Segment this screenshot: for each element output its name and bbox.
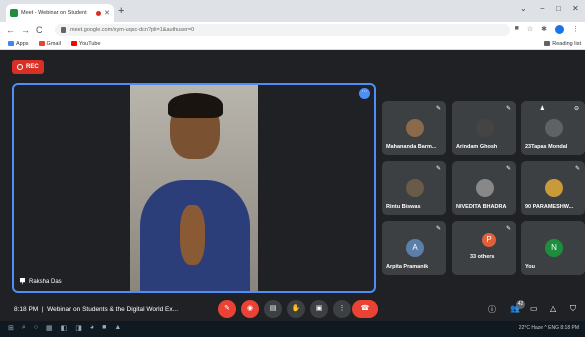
participant-avatar: A — [406, 239, 424, 257]
mic-muted-icon: ✎ — [505, 166, 511, 172]
participant-tile[interactable]: ✎ Mahananda Barm... — [382, 101, 446, 155]
participant-tile[interactable]: ⊖ ♟ 23Tapas Mondal — [521, 101, 585, 155]
mic-muted-icon: ✎ — [505, 106, 511, 112]
taskbar-apps: ⊞ ⌕ ○ ▦ ◧ ◨ ◕ ■ ▲ — [8, 324, 121, 332]
mic-muted-icon: ✎ — [505, 226, 511, 232]
browser-tab-strip: Meet - Webinar on Student ✕ + ⌄ − □ ✕ — [0, 0, 585, 22]
chevron-down-icon[interactable]: ⌄ — [520, 4, 527, 13]
profile-avatar[interactable] — [555, 25, 564, 34]
youtube-icon — [70, 41, 77, 46]
url-text: meet.google.com/xym-uqsc-dcn?pli=1&authu… — [70, 27, 195, 33]
others-tile[interactable]: ✎ P 33 others — [452, 221, 516, 275]
bookmark-youtube[interactable]: YouTube — [70, 41, 101, 47]
pin-icon[interactable] — [20, 278, 25, 285]
mic-muted-icon: ✎ — [435, 226, 441, 232]
app-icon[interactable]: ▲ — [114, 324, 121, 332]
meet-favicon-icon — [10, 9, 18, 17]
participant-tile[interactable]: ✎ Rintu Biswas — [382, 161, 446, 215]
close-tab-icon[interactable]: ✕ — [104, 9, 110, 17]
recording-badge: REC — [12, 60, 44, 74]
mic-toggle-button[interactable]: ✎ — [218, 300, 236, 318]
participant-avatar — [406, 119, 424, 137]
reading-list-icon — [544, 41, 551, 46]
participant-avatar — [476, 119, 494, 137]
participant-tile[interactable]: ✎ A Arpita Pramanik — [382, 221, 446, 275]
task-view-icon[interactable]: ○ — [34, 324, 38, 332]
close-window-button[interactable]: ✕ — [572, 4, 579, 13]
meeting-info: 8:18 PM | Webinar on Students & the Digi… — [14, 305, 179, 313]
leave-call-button[interactable]: ☎ — [352, 300, 378, 318]
mic-muted-icon: ✎ — [435, 166, 441, 172]
participant-tile[interactable]: ✎ 90 PARAMESHW... — [521, 161, 585, 215]
tile-options-icon[interactable]: ⋯ — [359, 88, 370, 99]
mic-muted-icon: ✎ — [574, 166, 580, 172]
participant-avatar — [476, 179, 494, 197]
back-icon[interactable]: ← — [6, 25, 15, 35]
raise-hand-button[interactable]: ✋ — [287, 300, 305, 318]
toolbar-icons: ■ ☆ ✱ ⋮ — [515, 25, 579, 34]
meet-stage: REC ⋯ Raksha Das ✎ Mahananda Barm... ✎ A… — [0, 51, 585, 321]
captions-button[interactable]: ▤ — [264, 300, 282, 318]
participant-tile[interactable]: ✎ Arindam Ghosh — [452, 101, 516, 155]
browser-tab[interactable]: Meet - Webinar on Student ✕ — [6, 4, 114, 22]
self-avatar: N — [545, 239, 563, 257]
meet-control-bar: 8:18 PM | Webinar on Students & the Digi… — [0, 296, 585, 322]
search-icon[interactable]: ⌕ — [22, 324, 26, 332]
meeting-details-icon[interactable]: ⓘ — [488, 304, 496, 315]
app-icon[interactable]: ■ — [102, 324, 106, 332]
reload-icon[interactable]: C — [36, 25, 43, 35]
maximize-button[interactable]: □ — [556, 4, 561, 13]
extensions-icon[interactable]: ✱ — [541, 25, 547, 34]
participant-tile[interactable]: ✎ NIVEDITA BHADRA — [452, 161, 516, 215]
tab-title: Meet - Webinar on Student — [21, 10, 87, 16]
participant-avatar — [545, 179, 563, 197]
chrome-icon[interactable]: ◕ — [90, 324, 94, 332]
activities-icon[interactable]: △ — [550, 304, 556, 313]
participant-avatar — [406, 179, 424, 197]
bookmarks-bar: Apps Gmail YouTube Reading list — [0, 38, 585, 50]
apps-grid-icon — [8, 41, 14, 46]
chat-icon[interactable]: ▭ — [530, 304, 538, 313]
lock-icon — [61, 27, 66, 33]
record-icon — [17, 64, 23, 70]
browser-toolbar: ← → C meet.google.com/xym-uqsc-dcn?pli=1… — [0, 22, 585, 38]
more-options-button[interactable]: ⋮ — [333, 300, 351, 318]
participant-count-badge: 42 — [515, 300, 525, 309]
app-icon[interactable]: ◨ — [75, 324, 82, 332]
file-explorer-icon[interactable]: ▦ — [46, 324, 53, 332]
main-participant-tile[interactable]: ⋯ Raksha Das — [12, 83, 376, 293]
menu-dots-icon[interactable]: ⋮ — [572, 25, 579, 34]
bookmark-gmail[interactable]: Gmail — [38, 41, 61, 47]
main-participant-label: Raksha Das — [20, 278, 62, 285]
address-bar[interactable]: meet.google.com/xym-uqsc-dcn?pli=1&authu… — [55, 24, 510, 36]
gmail-icon — [38, 41, 45, 46]
os-taskbar: ⊞ ⌕ ○ ▦ ◧ ◨ ◕ ■ ▲ 22°C Haze ^ ENG 8:18 P… — [0, 321, 585, 337]
mic-muted-icon: ✎ — [435, 106, 441, 112]
self-tile[interactable]: N You — [521, 221, 585, 275]
others-avatar: P — [482, 233, 496, 247]
participant-avatar — [545, 119, 563, 137]
participant-video — [130, 85, 258, 291]
present-button[interactable]: ▣ — [310, 300, 328, 318]
pin-icon[interactable]: ♟ — [540, 105, 545, 112]
bookmark-star-icon[interactable]: ☆ — [527, 25, 533, 34]
recording-indicator-icon — [96, 10, 102, 16]
bookmark-apps[interactable]: Apps — [8, 41, 29, 47]
forward-icon[interactable]: → — [21, 25, 30, 35]
new-tab-button[interactable]: + — [118, 5, 124, 17]
reading-list-button[interactable]: Reading list — [544, 41, 581, 47]
host-controls-icon[interactable]: ⛉ — [570, 304, 576, 314]
video-person-hands — [180, 205, 205, 265]
more-options-icon[interactable]: ⊖ — [574, 105, 579, 112]
app-icon[interactable]: ◧ — [61, 324, 68, 332]
windows-start-icon[interactable]: ⊞ — [8, 324, 14, 332]
camera-icon[interactable]: ■ — [515, 25, 519, 34]
system-tray[interactable]: 22°C Haze ^ ENG 8:18 PM — [519, 325, 579, 331]
minimize-button[interactable]: − — [540, 4, 545, 13]
camera-toggle-button[interactable]: ◉ — [241, 300, 259, 318]
people-button[interactable]: 👥 42 — [510, 300, 525, 313]
video-person-hair — [168, 93, 223, 118]
